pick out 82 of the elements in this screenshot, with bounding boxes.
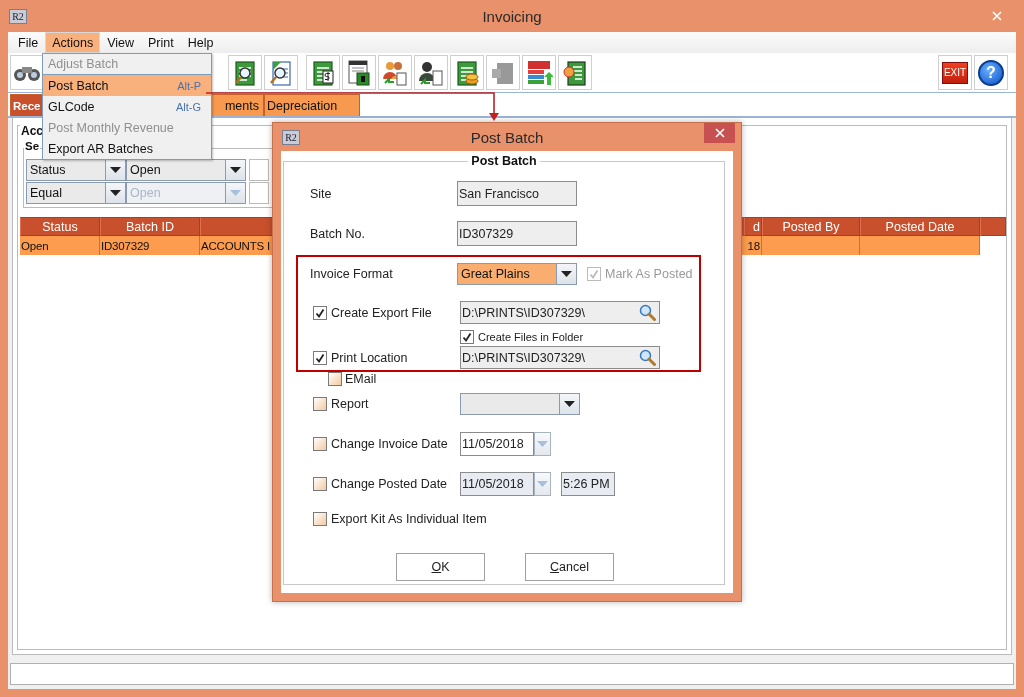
- search-icon: [639, 349, 656, 366]
- exit-button[interactable]: EXIT: [938, 55, 972, 90]
- toolbar-button[interactable]: [342, 55, 376, 90]
- cancel-button[interactable]: Cancel: [525, 553, 614, 581]
- ok-button[interactable]: OK: [396, 553, 485, 581]
- toolbar-button[interactable]: [228, 55, 262, 90]
- checkbox[interactable]: [313, 305, 327, 320]
- checkbox-label: Report: [331, 396, 369, 411]
- app-icon: R2: [9, 8, 27, 24]
- toolbar-button[interactable]: [558, 55, 592, 90]
- search-icon: [639, 304, 656, 321]
- table-cell: 18: [744, 236, 762, 255]
- dropdown[interactable]: Open: [126, 159, 246, 181]
- dropdown[interactable]: Status: [26, 159, 126, 181]
- checkbox[interactable]: [313, 350, 327, 365]
- column-header: [980, 217, 1006, 236]
- table-cell: ID307329: [100, 236, 200, 255]
- menu-item[interactable]: View: [100, 32, 142, 53]
- caret-icon: [110, 167, 121, 173]
- checkbox-label: Change Invoice Date: [331, 437, 448, 451]
- caret-icon: [230, 167, 241, 173]
- checkbox-label: Mark As Posted: [605, 266, 693, 281]
- window-title: Invoicing: [482, 7, 542, 25]
- field-label: Invoice Format: [310, 266, 393, 281]
- toolbar-button[interactable]: [10, 55, 44, 90]
- group-title: Acc: [20, 124, 44, 138]
- caret-icon: [110, 190, 121, 196]
- text-field[interactable]: ID307329: [457, 221, 577, 246]
- caret-icon: [561, 270, 572, 277]
- checkbox[interactable]: [328, 372, 342, 386]
- menu-item[interactable]: Actions: [45, 32, 101, 53]
- checkbox[interactable]: [313, 437, 327, 451]
- menu-item[interactable]: Print: [141, 32, 181, 53]
- dialog-title: Post Batch: [470, 129, 544, 146]
- checkbox-label: Export Kit As Individual Item: [331, 512, 487, 526]
- field-label: Batch No.: [310, 226, 365, 241]
- menu-item[interactable]: File: [11, 32, 46, 53]
- checkbox-label: Create Export File: [331, 305, 432, 320]
- caret-icon: [230, 190, 241, 196]
- menu-item[interactable]: Help: [180, 32, 221, 53]
- table-cell: Open: [20, 236, 100, 255]
- checkbox[interactable]: [460, 329, 474, 344]
- toolbar-button[interactable]: [264, 55, 298, 90]
- column-header[interactable]: Batch ID: [100, 217, 200, 236]
- close-button[interactable]: [704, 123, 735, 143]
- group-title: Post Batch: [468, 154, 540, 168]
- date-field[interactable]: 11/05/2018: [460, 432, 534, 456]
- document-star-icon: [561, 58, 589, 87]
- toolbar-button[interactable]: [414, 55, 448, 90]
- checkbox-label: EMail: [345, 372, 377, 386]
- dropdown[interactable]: Equal: [26, 182, 126, 204]
- text-field[interactable]: [249, 159, 269, 181]
- checkbox-label: Create Files in Folder: [478, 330, 584, 343]
- close-icon: [714, 128, 725, 138]
- dropdown[interactable]: [460, 392, 580, 415]
- menu-item[interactable]: GLCode Alt-G: [43, 96, 211, 117]
- path-field[interactable]: D:\PRINTS\ID307329\: [460, 301, 660, 324]
- books-arrow-icon: [525, 58, 553, 87]
- column-header[interactable]: Posted By: [762, 217, 860, 236]
- column-header[interactable]: d: [744, 217, 762, 236]
- menu-item[interactable]: Export AR Batches: [43, 138, 211, 159]
- checkbox-label: Change Posted Date: [331, 477, 448, 491]
- checkbox-label: Print Location: [331, 350, 408, 365]
- text-field[interactable]: San Francisco: [457, 181, 577, 206]
- text-field[interactable]: [249, 182, 269, 204]
- app-icon: R2: [282, 130, 300, 145]
- column-header[interactable]: Posted Date: [860, 217, 980, 236]
- caret-icon: [537, 481, 548, 487]
- group-title: Se: [24, 140, 41, 152]
- caret-icon: [564, 400, 575, 407]
- path-field[interactable]: D:\PRINTS\ID307329\: [460, 346, 660, 369]
- tab[interactable]: Depreciation: [264, 94, 360, 116]
- caret-icon: [537, 441, 548, 447]
- toolbar-button[interactable]: [450, 55, 484, 90]
- dropdown[interactable]: Great Plains: [457, 262, 577, 285]
- field-label: Site: [310, 186, 332, 201]
- checkbox[interactable]: [313, 512, 327, 526]
- menu-item[interactable]: Post Batch Alt-P: [43, 75, 211, 96]
- column-header[interactable]: Status: [20, 217, 100, 236]
- close-icon: [992, 11, 1002, 21]
- toolbar-button[interactable]: [306, 55, 340, 90]
- checkbox[interactable]: [313, 396, 327, 411]
